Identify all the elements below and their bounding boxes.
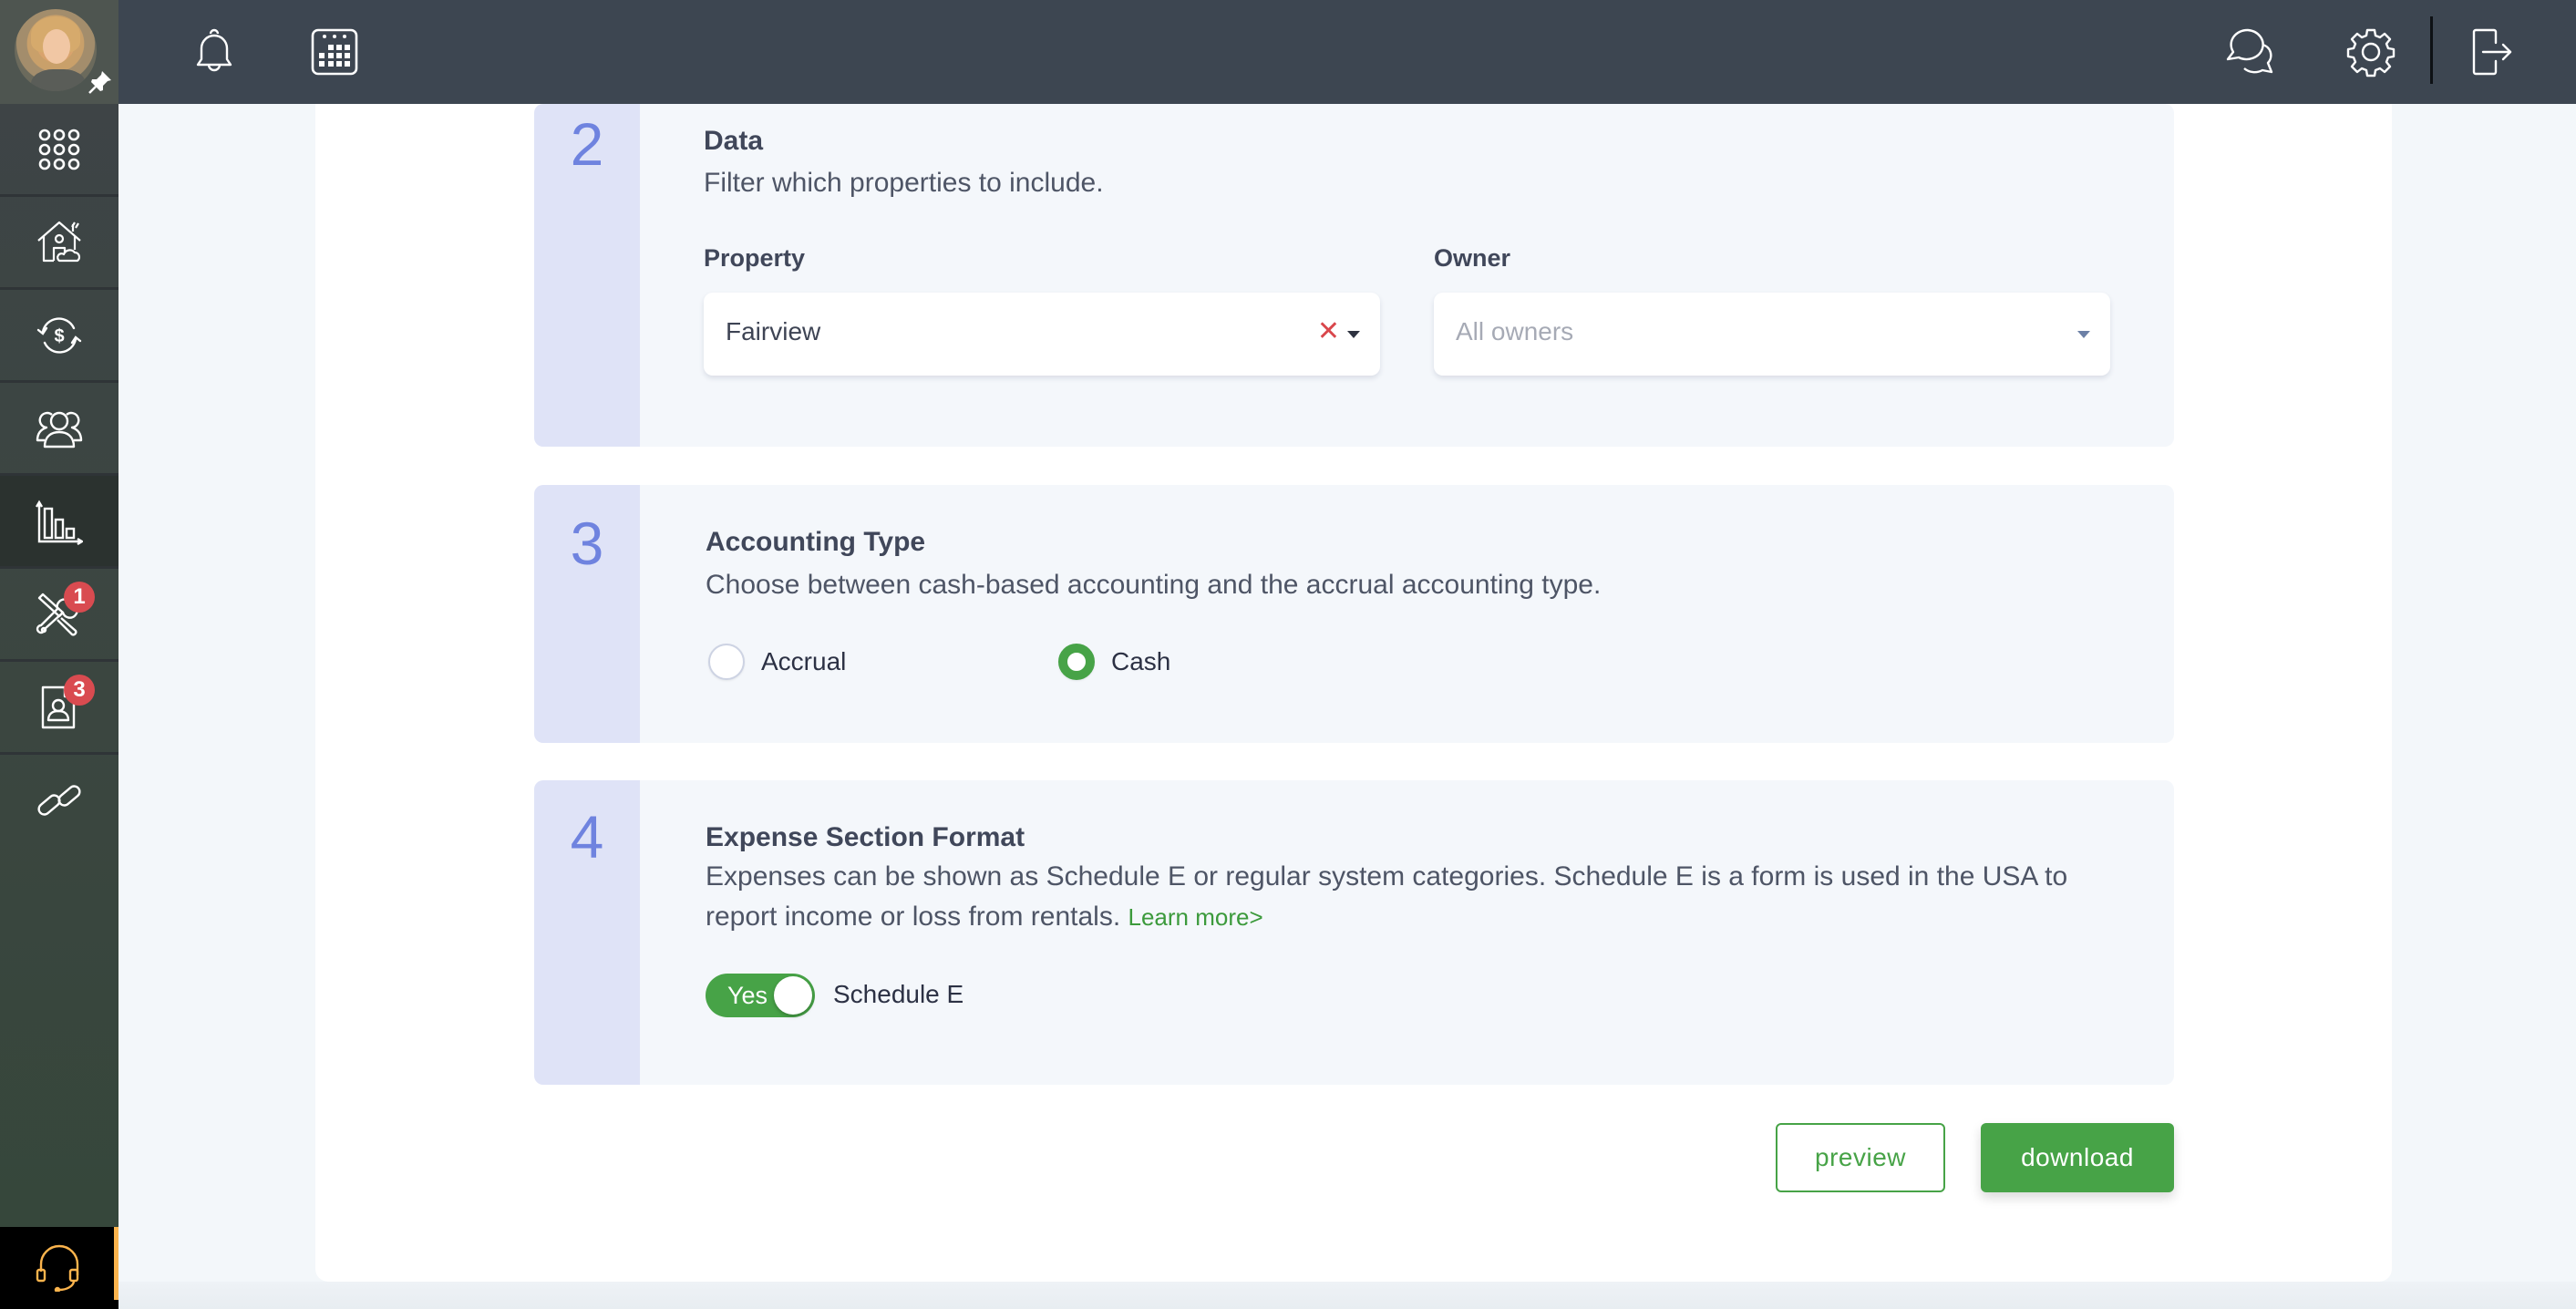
svg-text:$: $ [54,326,64,346]
toggle-state-label: Yes [727,982,768,1009]
applicants-badge: 3 [64,675,95,706]
owner-select[interactable]: All owners [1434,293,2110,376]
support-button[interactable] [0,1227,118,1309]
radio-accrual-circle[interactable] [708,644,745,680]
schedule-e-toggle[interactable]: Yes [706,974,815,1017]
clear-icon[interactable]: ✕ [1317,315,1340,347]
chat-button[interactable] [2218,20,2282,84]
download-button[interactable]: download [1981,1123,2174,1192]
sidebar-item-apps[interactable] [0,104,118,197]
sidebar-item-people[interactable] [0,383,118,476]
notifications-button[interactable] [182,20,246,84]
preview-button[interactable]: preview [1776,1123,1945,1192]
sidebar-item-reports[interactable] [0,476,118,569]
chat-icon [2226,28,2273,74]
step-number: 3 [570,510,604,577]
section-title: Data [704,126,764,156]
owner-placeholder: All owners [1456,317,1574,345]
section-data: 2 Data Filter which properties to includ… [534,104,2174,447]
radio-accrual-label: Accrual [761,647,847,675]
radio-accrual[interactable]: Accrual [708,644,846,680]
radio-cash-label: Cash [1111,647,1171,675]
step-number: 2 [570,110,604,178]
header-divider [2430,16,2433,84]
calendar-icon [311,28,358,76]
sidebar-item-properties[interactable] [0,197,118,290]
property-select[interactable]: Fairview ✕ [704,293,1380,376]
logout-button[interactable] [2458,20,2522,84]
radio-cash-circle[interactable] [1058,644,1095,680]
calendar-button[interactable] [303,20,366,84]
property-value: Fairview [726,317,821,345]
property-label: Property [704,244,806,272]
settings-icon [2346,28,2396,77]
section-description: Filter which properties to include. [704,168,1104,198]
settings-button[interactable] [2339,20,2403,84]
page-bottom [118,1282,2576,1309]
notifications-icon [196,28,232,72]
schedule-e-label: Schedule E [833,980,964,1008]
section-title: Accounting Type [706,527,926,557]
user-block [0,0,118,104]
description-line-2: report income or loss from rentals. Lear… [706,902,1263,932]
chevron-down-icon[interactable] [2077,331,2090,338]
section-expense-format: 4 Expense Section Format Expenses can be… [534,780,2174,1085]
pin-icon[interactable] [88,69,113,95]
headset-icon [36,1244,79,1292]
sidebar-item-integrations[interactable] [0,755,118,848]
sidebar: $ 1 3 [0,0,118,1309]
description-line-1: Expenses can be shown as Schedule E or r… [706,861,2068,892]
step-number: 4 [570,803,604,871]
integrations-icon [37,785,81,816]
sidebar-item-transactions[interactable]: $ [0,290,118,383]
logout-icon [2472,28,2512,76]
transactions-icon: $ [36,316,82,354]
learn-more-link[interactable]: Learn more> [1128,903,1263,931]
apps-grid-icon [38,129,80,170]
sidebar-item-applicants[interactable]: 3 [0,662,118,755]
maintenance-badge: 1 [64,582,95,613]
section-description: Expenses can be shown as Schedule E or r… [706,857,2146,937]
owner-label: Owner [1434,244,1511,272]
properties-icon [37,221,81,262]
chevron-down-icon[interactable] [1347,331,1360,338]
sidebar-item-maintenance[interactable]: 1 [0,569,118,662]
top-header [118,0,2576,104]
user-avatar[interactable] [15,9,97,91]
toggle-knob[interactable] [774,976,812,1015]
people-icon [36,411,83,448]
section-description: Choose between cash-based accounting and… [706,570,1602,600]
radio-cash[interactable]: Cash [1058,644,1170,680]
section-title: Expense Section Format [706,822,1025,852]
reports-icon [36,500,83,545]
section-accounting-type: 3 Accounting Type Choose between cash-ba… [534,485,2174,743]
